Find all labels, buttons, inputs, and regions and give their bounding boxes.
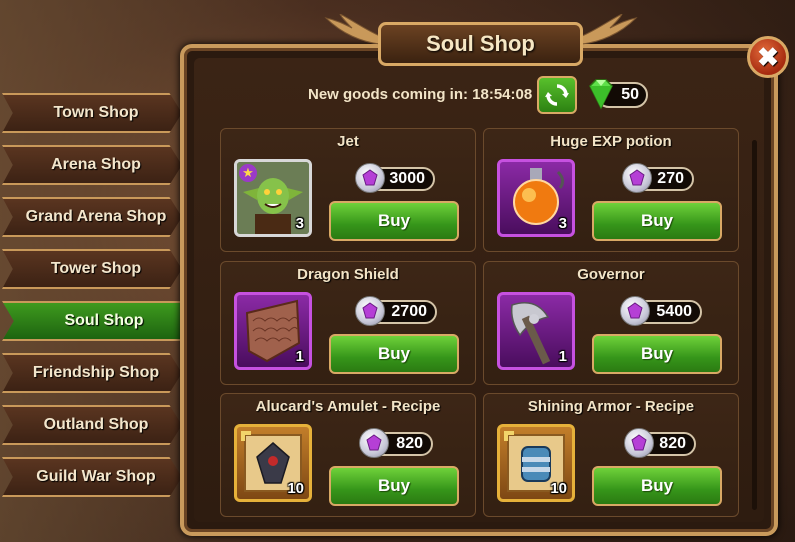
page-title: Soul Shop [378,22,583,66]
item-frame[interactable]: 1 [497,292,575,370]
tab-label: Arena Shop [51,156,141,173]
shop-item-card: Governor 1 5400 Buy [483,261,739,385]
tab-grand-arena-shop[interactable]: Grand Arena Shop [2,197,182,237]
buy-button[interactable]: Buy [329,201,459,241]
item-quantity: 10 [550,480,567,497]
shop-item-card: Shining Armor - Recipe 10 820 Buy [483,393,739,517]
item-name: Governor [577,266,645,283]
tab-soul-shop[interactable]: Soul Shop [2,301,198,341]
soul-stone-icon [624,428,654,458]
item-frame[interactable]: 1 [234,292,312,370]
restock-timer: New goods coming in: 18:54:08 [308,86,533,103]
shop-item-card: Alucard's Amulet - Recipe 10 820 Buy [220,393,476,517]
buy-button[interactable]: Buy [592,466,722,506]
shop-item-card: Jet ★ 3 3000 Buy [220,128,476,252]
item-frame[interactable]: 10 [234,424,312,502]
item-quantity: 1 [558,348,567,365]
item-quantity: 10 [287,480,304,497]
item-name: Shining Armor - Recipe [527,398,695,415]
buy-button[interactable]: Buy [329,466,459,506]
soul-stone-icon [620,296,650,326]
item-frame[interactable]: 10 [497,424,575,502]
refresh-button[interactable] [537,76,577,114]
tab-tower-shop[interactable]: Tower Shop [2,249,182,289]
tab-label: Town Shop [53,104,139,121]
buy-button[interactable]: Buy [592,201,722,241]
item-name: Jet [337,133,359,150]
refresh-icon [545,84,569,106]
item-name: Huge EXP potion [550,133,672,150]
item-quantity: 3 [295,215,304,232]
buy-button[interactable]: Buy [592,334,722,374]
tab-town-shop[interactable]: Town Shop [2,93,182,133]
tab-friendship-shop[interactable]: Friendship Shop [2,353,182,393]
item-frame[interactable]: 3 [497,159,575,237]
soul-stone-icon [622,163,652,193]
item-name: Dragon Shield [297,266,399,283]
soul-stone-icon [359,428,389,458]
tab-label: Soul Shop [64,312,144,329]
tab-outland-shop[interactable]: Outland Shop [2,405,182,445]
tab-label: Guild War Shop [36,468,156,485]
shop-item-card: Dragon Shield 1 2700 Buy [220,261,476,385]
tab-label: Friendship Shop [32,364,160,381]
scrollbar[interactable] [752,140,757,510]
buy-button[interactable]: Buy [329,334,459,374]
soul-stone-icon [355,163,385,193]
soul-stone-icon [355,296,385,326]
close-button[interactable]: ✖ [747,36,789,78]
item-quantity: 3 [558,215,567,232]
tab-label: Outland Shop [43,416,149,433]
shop-item-card: Huge EXP potion 3 270 Buy [483,128,739,252]
tab-arena-shop[interactable]: Arena Shop [2,145,182,185]
item-frame[interactable]: ★ 3 [234,159,312,237]
item-quantity: 1 [295,348,304,365]
tab-label: Grand Arena Shop [25,208,167,225]
star-icon: ★ [239,164,257,182]
tab-guild-war-shop[interactable]: Guild War Shop [2,457,182,497]
tab-label: Tower Shop [50,260,142,277]
left-wing-ornament-icon [324,14,381,45]
right-wing-ornament-icon [581,14,638,45]
item-name: Alucard's Amulet - Recipe [255,398,441,415]
gem-icon [589,79,613,110]
